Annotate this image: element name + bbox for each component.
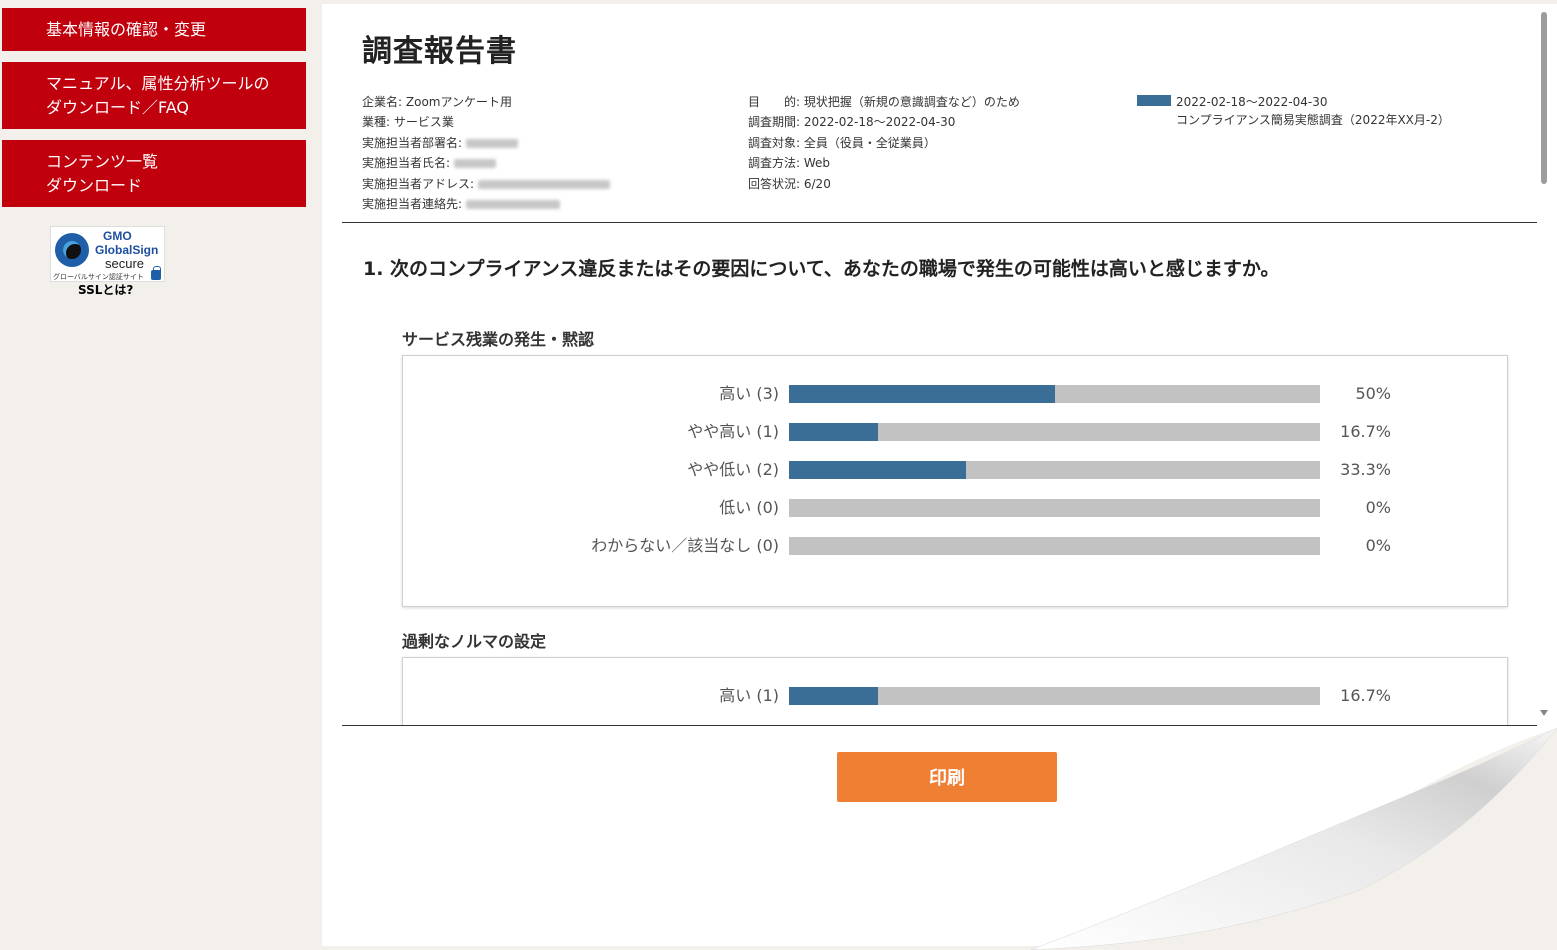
info-row: 実施担当者氏名: [362,153,610,173]
bar-row [403,724,1507,726]
bar-label: やや低い (2) [687,460,779,479]
badge-name: GlobalSign [95,243,159,257]
info-value: 全員（役員・全従業員） [803,135,936,150]
redacted-value [477,179,610,189]
redacted-value [465,200,560,210]
bar-track [789,423,1320,441]
bar-track [789,385,1320,403]
bar-track [789,461,1320,479]
bar-row: わからない／該当なし (0) 0% [403,536,1507,556]
sidebar-item-label: 基本情報の確認・変更 [46,19,207,39]
info-label: 目 的: [748,95,801,109]
info-value: Web [803,156,831,171]
sidebar: 基本情報の確認・変更 マニュアル、属性分析ツールの ダウンロード／FAQ コンテ… [0,0,322,950]
page-title: 調査報告書 [362,34,517,69]
info-row: 目 的: 現状把握（新規の意識調査など）のため [748,92,1020,112]
scroll-thumb[interactable] [1541,12,1547,184]
bar-track [789,725,1320,726]
bar-row: 高い (1) 16.7% [403,686,1507,706]
bar-row: やや低い (2) 33.3% [403,460,1507,480]
lock-icon [151,266,161,280]
bar-fill [789,423,878,441]
info-label: 実施担当者アドレス: [362,176,475,191]
sidebar-item-label: マニュアル、属性分析ツールの [46,73,270,93]
info-row: 実施担当者部署名: [362,133,610,153]
sub-question-title: 過剰なノルマの設定 [402,632,547,651]
sidebar-item-label: ダウンロード [46,175,143,195]
bar-label: 低い (0) [719,498,779,517]
info-row: 回答状況: 6/20 [748,174,1020,194]
sidebar-item-basic-info[interactable]: 基本情報の確認・変更 [2,8,306,51]
info-value: 現状把握（新規の意識調査など）のため [803,95,1020,109]
sidebar-item-manual-download[interactable]: マニュアル、属性分析ツールの ダウンロード／FAQ [2,62,306,129]
question-title: 1. 次のコンプライアンス違反またはその要因について、あなたの職場で発生の可能性… [363,258,1280,280]
bar-chart: 高い (1) 16.7% [402,657,1508,726]
scroll-down-icon[interactable] [1540,710,1548,716]
bar-percent: 0% [1365,536,1391,555]
info-label: 調査期間: [748,115,801,130]
bar-label: 高い (1) [719,686,779,705]
bar-fill [789,461,966,479]
info-label: 調査対象: [748,135,801,150]
eye-logo-icon [55,233,89,267]
bar-row: やや高い (1) 16.7% [403,422,1507,442]
sidebar-item-label: ダウンロード／FAQ [46,97,189,117]
bar-row: 高い (3) 50% [403,384,1507,404]
legend-period: 2022-02-18～2022-04-30 [1176,95,1328,109]
sidebar-item-label: コンテンツ一覧 [46,151,159,171]
bar-percent: 16.7% [1340,422,1391,441]
bar-chart: 高い (3) 50% やや高い (1) 16.7% やや低い (2) 33.3% 低い (0… [402,355,1508,607]
info-value: 2022-02-18～2022-04-30 [803,115,956,130]
legend-swatch [1137,95,1171,106]
bar-percent: 33.3% [1340,460,1391,479]
print-button[interactable]: 印刷 [837,752,1057,802]
header-divider [342,222,1537,223]
info-label: 実施担当者氏名: [362,156,451,171]
bar-row: 低い (0) 0% [403,498,1507,518]
bar-percent: 50% [1355,384,1391,403]
info-label: 業種: [362,115,391,130]
legend: 2022-02-18～2022-04-30 コンプライアンス簡易実態調査（202… [1176,93,1450,129]
bar-track [789,499,1320,517]
info-left: 企業名: Zoomアンケート用 業種: サービス業 実施担当者部署名: 実施担当… [362,92,610,214]
ssl-info-link[interactable]: SSLとは? [78,281,133,298]
globalsign-badge[interactable]: GMO GlobalSign secure グローバルサイン認証サイト [50,226,165,282]
badge-brand: GMO [103,229,132,243]
bar-track [789,537,1320,555]
info-label: 調査方法: [748,156,801,171]
redacted-value [453,159,496,169]
info-label: 企業名: [362,95,403,109]
legend-survey-name: コンプライアンス簡易実態調査（2022年XX月-2） [1176,113,1450,127]
main-content: 調査報告書 企業名: Zoomアンケート用 業種: サービス業 実施担当者部署名… [322,4,1557,946]
info-mid: 目 的: 現状把握（新規の意識調査など）のため 調査期間: 2022-02-18… [748,92,1020,194]
bar-label: 高い (3) [719,384,779,403]
info-label: 実施担当者部署名: [362,135,463,150]
redacted-value [465,138,518,148]
info-row: 調査方法: Web [748,153,1020,173]
info-row: 調査期間: 2022-02-18～2022-04-30 [748,112,1020,132]
bar-percent: 16.7% [1340,686,1391,705]
sidebar-item-contents-download[interactable]: コンテンツ一覧 ダウンロード [2,140,306,207]
report-scrollbar[interactable] [1537,4,1551,726]
info-value: 6/20 [803,176,831,191]
sub-question-title: サービス残業の発生・黙認 [402,330,595,349]
info-value: サービス業 [393,115,454,130]
info-label: 回答状況: [748,176,801,191]
info-row: 実施担当者連絡先: [362,194,610,214]
bar-track [789,687,1320,705]
report-frame[interactable]: 調査報告書 企業名: Zoomアンケート用 業種: サービス業 実施担当者部署名… [342,4,1537,726]
bar-percent: 0% [1365,498,1391,517]
bar-fill [789,687,878,705]
badge-secure: secure [105,256,145,271]
info-row: 業種: サービス業 [362,112,610,132]
bar-label: やや高い (1) [687,422,779,441]
bar-label: わからない／該当なし (0) [591,536,779,555]
bar-fill [789,725,1055,726]
info-row: 実施担当者アドレス: [362,174,610,194]
info-row: 調査対象: 全員（役員・全従業員） [748,133,1020,153]
info-value: Zoomアンケート用 [405,95,512,109]
info-label: 実施担当者連絡先: [362,197,463,212]
info-row: 企業名: Zoomアンケート用 [362,92,610,112]
bar-fill [789,385,1055,403]
